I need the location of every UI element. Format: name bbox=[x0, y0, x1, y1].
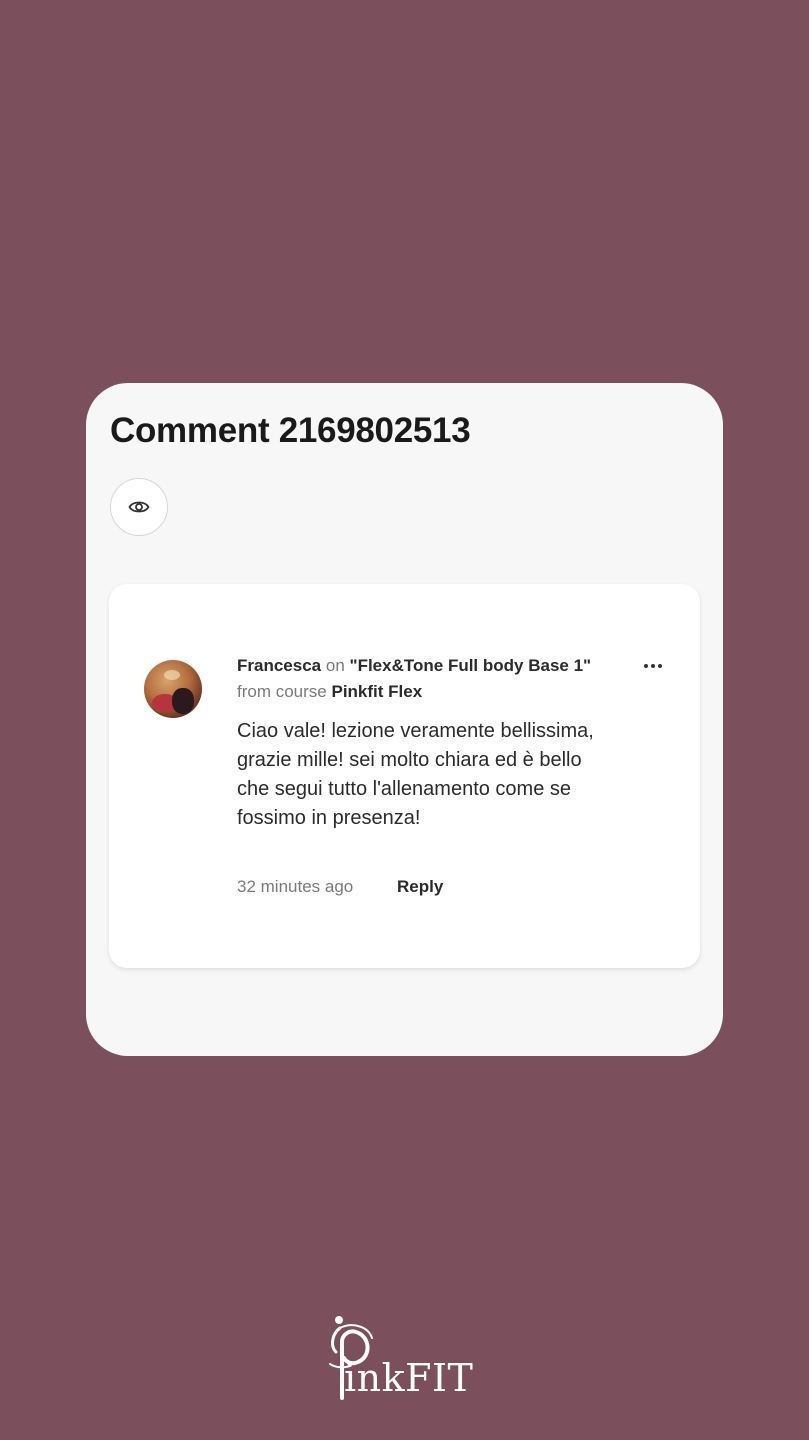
comment-card: Francesca on "Flex&Tone Full body Base 1… bbox=[109, 584, 700, 968]
author-name[interactable]: Francesca bbox=[237, 656, 321, 675]
reply-button[interactable]: Reply bbox=[397, 877, 443, 897]
comment-timestamp: 32 minutes ago bbox=[237, 877, 354, 896]
pinkfit-logo: inkFIT bbox=[322, 1312, 488, 1404]
more-options-icon[interactable] bbox=[637, 656, 669, 676]
comment-meta: Francesca on "Flex&Tone Full body Base 1… bbox=[237, 656, 591, 676]
avatar[interactable] bbox=[144, 660, 202, 718]
course-meta: from course Pinkfit Flex bbox=[237, 682, 422, 702]
lesson-title-link[interactable]: "Flex&Tone Full body Base 1" bbox=[350, 656, 592, 675]
logo-text: inkFIT bbox=[344, 1356, 474, 1400]
on-label: on bbox=[325, 656, 345, 675]
from-course-label: from course bbox=[237, 682, 327, 701]
course-name-link[interactable]: Pinkfit Flex bbox=[331, 682, 422, 701]
view-button[interactable] bbox=[110, 478, 168, 536]
comment-panel: Comment 2169802513 Francesca on "Flex&To… bbox=[86, 383, 723, 1056]
eye-icon bbox=[128, 501, 150, 513]
page-title: Comment 2169802513 bbox=[110, 411, 471, 450]
comment-text: Ciao vale! lezione veramente bellissima,… bbox=[237, 720, 594, 829]
